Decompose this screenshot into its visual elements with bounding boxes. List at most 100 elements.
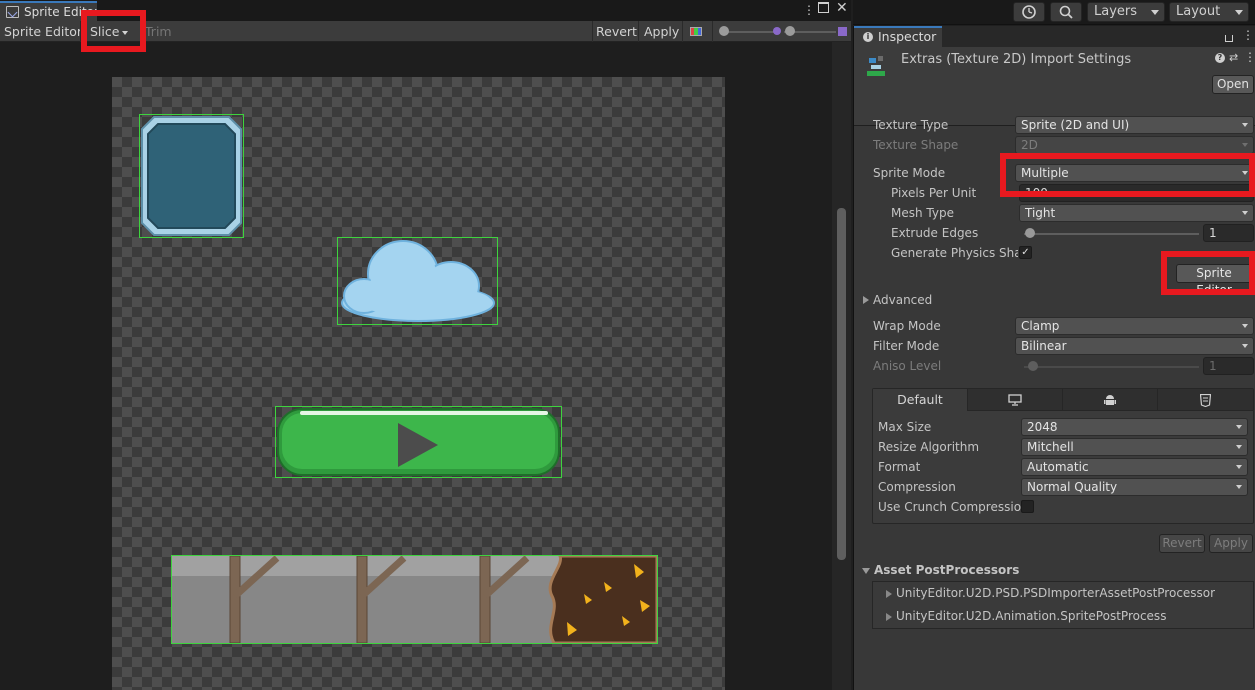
chevron-down-icon bbox=[1242, 211, 1248, 215]
aniso-level-field: 1 bbox=[1203, 357, 1254, 375]
asset-postprocessors-list: UnityEditor.U2D.PSD.PSDImporterAssetPost… bbox=[872, 581, 1254, 629]
inspector-menu-icon[interactable]: ⋮ bbox=[1242, 28, 1254, 42]
open-button[interactable]: Open bbox=[1212, 75, 1254, 94]
zoom-slider-handle[interactable] bbox=[785, 26, 795, 36]
max-size-dropdown[interactable]: 2048 bbox=[1021, 418, 1248, 436]
chevron-down-icon bbox=[1151, 10, 1159, 15]
wrap-mode-value: Clamp bbox=[1021, 319, 1060, 333]
extrude-edges-label: Extrude Edges bbox=[891, 226, 979, 240]
texture-shape-dropdown: 2D bbox=[1015, 136, 1254, 154]
postprocessor-foldout-icon[interactable] bbox=[886, 590, 892, 598]
generate-physics-shape-label: Generate Physics Shape bbox=[891, 246, 1018, 260]
advanced-foldout-icon[interactable] bbox=[863, 296, 869, 304]
inspector-tab[interactable]: i Inspector bbox=[854, 26, 942, 47]
lock-icon[interactable] bbox=[1225, 35, 1233, 42]
zoom-icon bbox=[838, 27, 847, 36]
platform-settings-box: Default Max Size 2048 Resize Algorithm M… bbox=[872, 388, 1254, 524]
advanced-foldout[interactable]: Advanced bbox=[873, 293, 932, 307]
resize-algorithm-dropdown[interactable]: Mitchell bbox=[1021, 438, 1248, 456]
trim-button[interactable]: Trim bbox=[141, 21, 176, 42]
layers-dropdown[interactable]: Layers bbox=[1087, 2, 1165, 22]
texture-preview bbox=[112, 77, 725, 690]
close-icon[interactable]: ✕ bbox=[836, 1, 848, 15]
panel-sprite-image bbox=[141, 116, 242, 236]
sprite-slice-ground[interactable] bbox=[171, 554, 659, 645]
window-menu-icon[interactable]: ⋮ bbox=[803, 3, 815, 17]
mesh-type-label: Mesh Type bbox=[891, 206, 954, 220]
chevron-down-icon bbox=[1235, 10, 1243, 15]
slice-highlight-box bbox=[81, 10, 146, 52]
help-icon[interactable]: ? bbox=[1215, 53, 1225, 63]
aniso-level-slider-handle bbox=[1028, 361, 1038, 371]
play-button-sprite-image bbox=[277, 408, 560, 476]
tab-webgl[interactable] bbox=[1158, 389, 1253, 411]
chevron-down-icon bbox=[1236, 485, 1242, 489]
android-icon bbox=[1104, 395, 1116, 405]
vertical-scrollbar-thumb[interactable] bbox=[837, 208, 846, 560]
search-button[interactable] bbox=[1050, 2, 1082, 22]
compression-label: Compression bbox=[878, 480, 956, 494]
postprocessor-item[interactable]: UnityEditor.U2D.Animation.SpritePostProc… bbox=[896, 609, 1166, 623]
sprite-slice-play-button[interactable] bbox=[275, 406, 562, 478]
resize-algorithm-label: Resize Algorithm bbox=[878, 440, 980, 454]
postprocessor-foldout-icon[interactable] bbox=[886, 613, 892, 621]
texture-type-dropdown[interactable]: Sprite (2D and UI) bbox=[1015, 116, 1254, 134]
inspector-panel: i Inspector ⋮ Extras (Texture 2D) Import… bbox=[853, 26, 1255, 690]
aniso-level-label: Aniso Level bbox=[873, 359, 942, 373]
format-label: Format bbox=[878, 460, 921, 474]
mesh-type-dropdown[interactable]: Tight bbox=[1019, 204, 1254, 222]
sprite-slice-cloud[interactable] bbox=[337, 237, 498, 325]
extrude-edges-slider-handle[interactable] bbox=[1025, 228, 1035, 238]
resize-algorithm-value: Mitchell bbox=[1027, 440, 1074, 454]
color-channels-icon[interactable] bbox=[690, 27, 702, 36]
sprite-slice-panel[interactable] bbox=[139, 114, 244, 238]
maximize-icon[interactable] bbox=[818, 2, 829, 13]
compression-value: Normal Quality bbox=[1027, 480, 1118, 494]
sprite-editor-mode-dropdown[interactable]: Sprite Editor bbox=[0, 21, 86, 42]
revert-button[interactable]: Revert bbox=[1159, 534, 1205, 553]
alpha-slider-track[interactable] bbox=[722, 31, 777, 33]
history-button[interactable] bbox=[1013, 2, 1045, 22]
layout-dropdown[interactable]: Layout bbox=[1169, 2, 1249, 22]
tab-standalone[interactable] bbox=[968, 389, 1063, 411]
sprite-editor-button-highlight-box bbox=[1161, 251, 1255, 295]
format-dropdown[interactable]: Automatic bbox=[1021, 458, 1248, 476]
sprite-mode-highlight-box bbox=[1000, 153, 1255, 197]
asset-postprocessors-title[interactable]: Asset PostProcessors bbox=[874, 563, 1019, 577]
filter-mode-dropdown[interactable]: Bilinear bbox=[1015, 337, 1254, 355]
chevron-down-icon bbox=[1236, 465, 1242, 469]
wrap-mode-dropdown[interactable]: Clamp bbox=[1015, 317, 1254, 335]
extrude-edges-field[interactable]: 1 bbox=[1203, 224, 1254, 242]
postprocessor-item[interactable]: UnityEditor.U2D.PSD.PSDImporterAssetPost… bbox=[896, 586, 1215, 600]
toolbar-divider bbox=[638, 21, 639, 42]
revert-button[interactable]: Revert bbox=[592, 21, 641, 42]
preset-icon[interactable]: ⇄ bbox=[1229, 51, 1238, 64]
apply-button[interactable]: Apply bbox=[640, 21, 683, 42]
extrude-edges-slider-track[interactable] bbox=[1024, 233, 1199, 235]
use-crunch-checkbox[interactable] bbox=[1021, 500, 1034, 513]
generate-physics-shape-checkbox[interactable]: ✓ bbox=[1019, 246, 1032, 259]
layout-label: Layout bbox=[1176, 4, 1221, 19]
pixels-per-unit-label: Pixels Per Unit bbox=[891, 186, 977, 200]
chevron-down-icon bbox=[1236, 425, 1242, 429]
sprite-editor-window: Sprite Editor ⋮ ✕ Sprite Editor Slice Tr… bbox=[0, 0, 851, 690]
asset-postprocessors-foldout-icon[interactable] bbox=[862, 568, 870, 574]
tab-default[interactable]: Default bbox=[873, 389, 968, 411]
use-crunch-label: Use Crunch Compression bbox=[878, 500, 1029, 514]
compression-dropdown[interactable]: Normal Quality bbox=[1021, 478, 1248, 496]
layers-label: Layers bbox=[1094, 4, 1138, 19]
wrap-mode-label: Wrap Mode bbox=[873, 319, 941, 333]
texture-shape-value: 2D bbox=[1021, 138, 1038, 152]
alpha-slider-handle[interactable] bbox=[719, 26, 729, 36]
history-icon bbox=[1022, 5, 1036, 19]
more-options-icon[interactable]: ⋮ bbox=[1244, 50, 1255, 64]
format-value: Automatic bbox=[1027, 460, 1089, 474]
tab-android[interactable] bbox=[1063, 389, 1158, 411]
sprite-canvas[interactable] bbox=[0, 42, 851, 690]
sprite-editor-icon bbox=[6, 6, 19, 18]
texture-asset-icon bbox=[867, 56, 885, 76]
filter-mode-label: Filter Mode bbox=[873, 339, 940, 353]
texture-shape-label: Texture Shape bbox=[873, 138, 959, 152]
chevron-down-icon bbox=[1242, 324, 1248, 328]
apply-button[interactable]: Apply bbox=[1209, 534, 1253, 553]
